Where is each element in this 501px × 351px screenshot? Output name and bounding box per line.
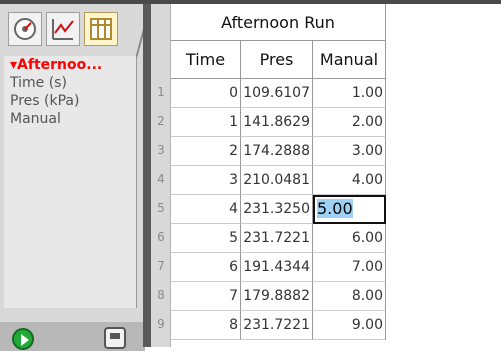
cell-pres[interactable]: 191.4344 — [241, 253, 313, 282]
variable-time[interactable]: Time (s) — [4, 74, 136, 92]
dataset-title: Afternoon Run — [171, 4, 386, 41]
empty-column-area[interactable] — [386, 4, 501, 347]
sidebar: ▾Afternoo... Time (s) Pres (kPa) Manual — [0, 4, 147, 351]
column-header-time[interactable]: Time — [171, 41, 241, 79]
cell-pres[interactable]: 231.7221 — [241, 311, 313, 340]
cell-manual[interactable]: 4.00 — [313, 166, 386, 195]
cell-manual[interactable]: 7.00 — [313, 253, 386, 282]
variable-manual[interactable]: Manual — [4, 110, 136, 128]
column-header-pres[interactable]: Pres — [241, 41, 313, 79]
cell-manual[interactable]: 8.00 — [313, 282, 386, 311]
vernier-data-app: ▾Afternoo... Time (s) Pres (kPa) Manual … — [0, 0, 501, 351]
table-icon — [90, 18, 112, 40]
meter-view-tab[interactable] — [8, 12, 42, 46]
row-header-column: 1 2 3 4 5 6 7 8 9 — [151, 4, 171, 347]
cell-time[interactable]: 5 — [171, 224, 241, 253]
cell-time[interactable]: 0 — [171, 79, 241, 108]
cell-manual[interactable]: 3.00 — [313, 137, 386, 166]
cell-pres[interactable]: 141.8629 — [241, 108, 313, 137]
cell-manual-editing[interactable]: 5.00 — [313, 195, 386, 224]
dataset-name[interactable]: ▾Afternoo... — [4, 56, 136, 74]
calculator-icon[interactable] — [104, 327, 126, 349]
cell-manual[interactable]: 9.00 — [313, 311, 386, 340]
data-table: Afternoon Run Time Pres Manual 0 109.610… — [171, 4, 386, 347]
row-number: 6 — [157, 230, 165, 244]
cell-manual[interactable]: 2.00 — [313, 108, 386, 137]
table-view-tab[interactable] — [84, 12, 118, 46]
row-number: 4 — [157, 172, 165, 186]
row-number: 5 — [157, 201, 165, 215]
view-tabs — [4, 12, 147, 58]
cell-pres[interactable]: 210.0481 — [241, 166, 313, 195]
row-number: 8 — [157, 288, 165, 302]
cell-pres[interactable]: 109.6107 — [241, 79, 313, 108]
pane-divider[interactable] — [143, 4, 151, 347]
row-number: 7 — [157, 259, 165, 273]
cell-time[interactable]: 7 — [171, 282, 241, 311]
column-header-manual[interactable]: Manual — [313, 41, 386, 79]
cell-manual[interactable]: 1.00 — [313, 79, 386, 108]
cell-time[interactable]: 8 — [171, 311, 241, 340]
variable-pressure[interactable]: Pres (kPa) — [4, 92, 136, 110]
cell-time[interactable]: 3 — [171, 166, 241, 195]
cell-time[interactable]: 6 — [171, 253, 241, 282]
gauge-icon — [14, 18, 36, 40]
row-number: 9 — [157, 317, 165, 331]
cell-pres[interactable]: 174.2888 — [241, 137, 313, 166]
variables-panel: ▾Afternoo... Time (s) Pres (kPa) Manual — [4, 56, 137, 308]
cell-time[interactable]: 2 — [171, 137, 241, 166]
cell-pres[interactable]: 179.8882 — [241, 282, 313, 311]
cell-manual[interactable]: 6.00 — [313, 224, 386, 253]
row-number: 2 — [157, 114, 165, 128]
row-number: 1 — [157, 85, 165, 99]
cell-pres[interactable]: 231.7221 — [241, 224, 313, 253]
graph-icon — [52, 19, 74, 40]
edit-selection: 5.00 — [317, 199, 353, 218]
row-number: 3 — [157, 143, 165, 157]
spreadsheet: 1 2 3 4 5 6 7 8 9 Afternoon Run Time Pre… — [151, 4, 501, 347]
cell-time[interactable]: 1 — [171, 108, 241, 137]
graph-view-tab[interactable] — [46, 12, 80, 46]
cell-pres[interactable]: 231.3250 — [241, 195, 313, 224]
cell-time[interactable]: 4 — [171, 195, 241, 224]
